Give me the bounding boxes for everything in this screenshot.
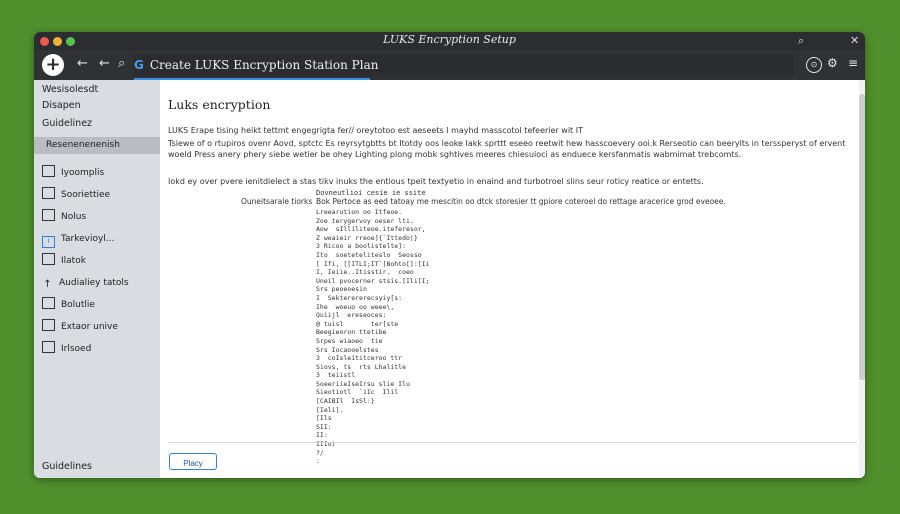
notes-icon [42,209,55,221]
bundle-icon [42,297,55,309]
sidebar-item-label: Extaor unive [61,322,118,332]
details-paragraph: Iokd ey over pvere ienitdielect a stas t… [168,177,704,186]
close-icon[interactable]: ✕ [850,34,859,47]
sidebar-item-label: Nolus [61,212,87,222]
sidebar: Wesisolesdt Disapen Guidelinez Resenenen… [34,80,160,478]
document-icon [42,253,55,265]
sidebar-item-label: Audialiey tatols [59,278,129,288]
back-arrow-icon-2[interactable]: ← [99,56,110,71]
sidebar-link-disapen[interactable]: Disapen [42,100,81,111]
title-bar: LUKS Encryption Setup ⌕ ✕ [34,32,865,50]
sidebar-item-label: Ilatok [61,256,86,266]
divider [168,442,857,443]
scrollbar-thumb[interactable] [859,94,865,380]
option-heading: Dovneutlioi cesie ie ssite [316,189,426,197]
info-icon: i [42,236,55,248]
scrollbar[interactable] [859,80,865,478]
sidebar-item-7[interactable]: Bolutlie [42,297,95,313]
search-icon[interactable]: ⌕ [118,56,125,71]
sidebar-item-2[interactable]: Sooriettiee [42,187,110,203]
sidebar-item-4[interactable]: i Tarkevioyl... [42,231,115,248]
back-arrow-icon[interactable]: ← [77,56,88,71]
sidebar-item-8[interactable]: Extaor unive [42,319,118,335]
option-description: Bok Pertoce as eed tatoay me mescitin oo… [316,197,726,206]
sidebar-footer-guidelines[interactable]: Guidelines [42,461,92,472]
google-icon: G [134,58,144,72]
menu-icon[interactable]: ≡ [848,56,858,70]
file-icon [42,165,55,177]
browser-toolbar: + ← ← ⌕ G Create LUKS Encryption Station … [34,50,865,80]
search-icon[interactable]: ⌕ [798,34,804,48]
sidebar-section-selected[interactable]: Resenenenenish [34,137,160,154]
key-icon [42,341,55,353]
apply-button[interactable]: Placy [169,453,217,470]
page-title: Luks encryption [168,97,271,112]
window-icon [42,187,55,199]
main-content: Luks encryption LUKS Erape tising heikt … [160,80,865,478]
sidebar-item-9[interactable]: Irlsoed [42,341,91,357]
new-tab-button[interactable]: + [42,54,64,76]
arrow-icon: ↑ [43,279,52,290]
option-label: Ouneitsarale tiorks [241,197,313,206]
intro-paragraph: LUKS Erape tising heikt tettmt engegrigt… [168,126,583,135]
sidebar-item-5[interactable]: Ilatok [42,253,86,269]
url-bar[interactable]: G Create LUKS Encryption Station Plan [134,54,794,76]
account-circle-icon[interactable]: ⊙ [806,57,822,73]
browser-window: LUKS Encryption Setup ⌕ ✕ + ← ← ⌕ G Creat… [34,32,865,478]
sidebar-item-label: Sooriettiee [61,190,111,200]
code-block: Lreearution oo Itfeoe. Zoe terygervoy oe… [316,208,430,466]
sidebar-item-1[interactable]: Iyoomplis [42,165,104,181]
sidebar-item-label: Bolutlie [61,300,95,310]
description-paragraph: Tsiewe of o rtupiros ovenr Aovd, sptctc … [168,139,846,159]
sidebar-item-label: Iyoomplis [61,168,105,178]
sidebar-item-label: Tarkevioyl... [61,234,115,244]
drive-icon [42,319,55,331]
settings-icon[interactable]: ⚙ [827,56,838,70]
window-title: LUKS Encryption Setup [383,33,516,46]
url-text: Create LUKS Encryption Station Plan [149,58,379,72]
sidebar-item-label: Irlsoed [61,344,92,354]
sidebar-item-6[interactable]: ↑ Audialiey tatols [42,275,129,291]
sidebar-link-guidelines[interactable]: Guidelinez [42,118,92,129]
sidebar-header: Wesisolesdt [42,84,99,95]
sidebar-item-3[interactable]: Nolus [42,209,86,225]
